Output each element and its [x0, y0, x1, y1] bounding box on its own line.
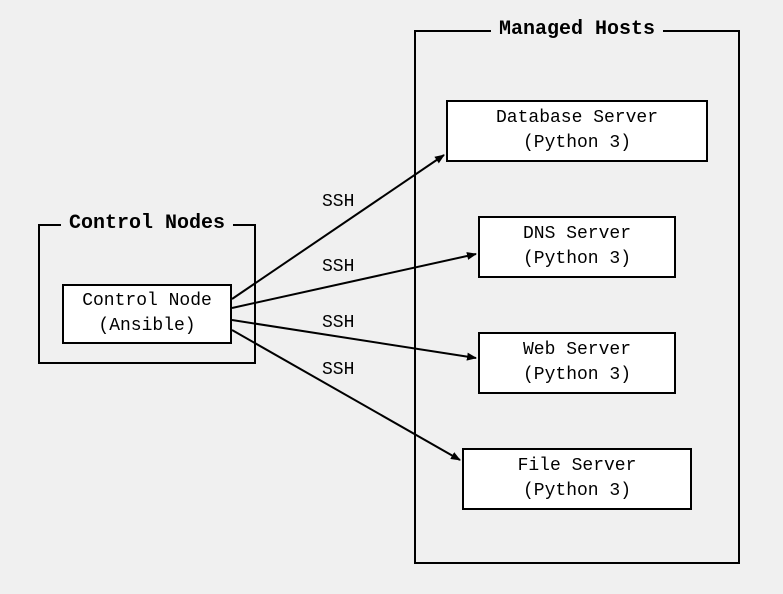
group-control-title: Control Nodes [61, 212, 233, 235]
node-file-line2: (Python 3) [523, 479, 631, 504]
node-control-node: Control Node (Ansible) [62, 284, 232, 344]
edge-label-ssh-web: SSH [322, 313, 354, 333]
node-control-line2: (Ansible) [98, 314, 195, 339]
node-db-line1: Database Server [496, 106, 658, 131]
node-web-server: Web Server (Python 3) [478, 332, 676, 394]
node-dns-line1: DNS Server [523, 222, 631, 247]
node-file-server: File Server (Python 3) [462, 448, 692, 510]
node-file-line1: File Server [518, 454, 637, 479]
node-dns-line2: (Python 3) [523, 247, 631, 272]
node-control-line1: Control Node [82, 289, 212, 314]
edge-label-ssh-dns: SSH [322, 257, 354, 277]
arrow-ssh-db [232, 155, 444, 299]
node-dns-server: DNS Server (Python 3) [478, 216, 676, 278]
edge-label-ssh-db: SSH [322, 192, 354, 212]
group-managed-title: Managed Hosts [491, 18, 663, 41]
node-web-line1: Web Server [523, 338, 631, 363]
node-web-line2: (Python 3) [523, 363, 631, 388]
edge-label-ssh-file: SSH [322, 360, 354, 380]
node-db-line2: (Python 3) [523, 131, 631, 156]
node-database-server: Database Server (Python 3) [446, 100, 708, 162]
